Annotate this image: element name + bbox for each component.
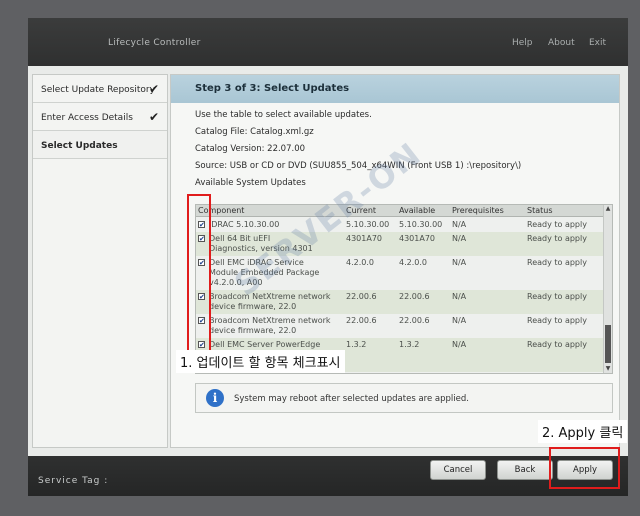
- step-label: Enter Access Details: [41, 113, 133, 123]
- instruction-text: Use the table to select available update…: [195, 110, 372, 120]
- col-status[interactable]: Status: [527, 206, 553, 215]
- info-icon: i: [206, 389, 224, 407]
- component-line: device firmware, 22.0: [209, 302, 297, 311]
- step-header: Step 3 of 3: Select Updates: [171, 75, 619, 103]
- check-icon: ✔: [148, 110, 159, 124]
- cell-status: Ready to apply: [527, 292, 587, 301]
- notice-text: System may reboot after selected updates…: [234, 394, 469, 404]
- cell-prereq: N/A: [452, 292, 467, 301]
- annotation-label-1: 1. 업데이트 할 항목 체크표시: [176, 350, 345, 373]
- cell-prereq: N/A: [452, 258, 467, 267]
- table-row[interactable]: ✔ Broadcom NetXtreme network device firmwa…: [196, 314, 604, 338]
- app-title: Lifecycle Controller: [108, 38, 201, 48]
- col-prerequisites[interactable]: Prerequisites: [452, 206, 504, 215]
- main-panel: Step 3 of 3: Select Updates Use the tabl…: [170, 74, 620, 448]
- scroll-down-icon[interactable]: ▼: [604, 365, 612, 373]
- cell-current: 4.2.0.0: [346, 258, 374, 267]
- catalog-version: Catalog Version: 22.07.00: [195, 144, 306, 154]
- about-link[interactable]: About: [548, 38, 575, 48]
- wizard-steps-sidebar: Select Update Repository ✔ Enter Access …: [32, 74, 168, 448]
- service-tag-label: Service Tag :: [38, 476, 109, 486]
- cell-status: Ready to apply: [527, 340, 587, 349]
- cell-status: Ready to apply: [527, 234, 587, 243]
- cell-available: 22.00.6: [399, 292, 430, 301]
- step-select-update-repository[interactable]: Select Update Repository ✔: [33, 75, 167, 103]
- cell-component: Broadcom NetXtreme network device firmwar…: [209, 292, 331, 312]
- component-line: device firmware, 22.0: [209, 326, 297, 335]
- col-available[interactable]: Available: [399, 206, 435, 215]
- cell-current: 1.3.2: [346, 340, 367, 349]
- table-header: Component Current Available Prerequisite…: [196, 205, 612, 217]
- cell-prereq: N/A: [452, 234, 467, 243]
- step-label: Select Updates: [41, 141, 118, 151]
- annotation-checkbox-highlight: [187, 194, 211, 352]
- component-line: Dell EMC Server PowerEdge: [209, 340, 321, 349]
- step-enter-access-details[interactable]: Enter Access Details ✔: [33, 103, 167, 131]
- cell-status: Ready to apply: [527, 258, 587, 267]
- component-line: Broadcom NetXtreme network: [209, 316, 331, 325]
- title-bar: Lifecycle Controller Help About Exit: [28, 18, 628, 66]
- back-button[interactable]: Back: [497, 460, 553, 480]
- cell-available: 22.00.6: [399, 316, 430, 325]
- cell-current: 22.00.6: [346, 316, 377, 325]
- cell-available: 1.3.2: [399, 340, 420, 349]
- source-text: Source: USB or CD or DVD (SUU855_504_x64…: [195, 161, 522, 171]
- step-label: Select Update Repository: [41, 85, 155, 95]
- cell-prereq: N/A: [452, 220, 467, 229]
- available-updates-title: Available System Updates: [195, 178, 306, 188]
- check-icon: ✔: [148, 82, 159, 96]
- cell-component: Broadcom NetXtreme network device firmwar…: [209, 316, 331, 336]
- cell-current: 22.00.6: [346, 292, 377, 301]
- cell-prereq: N/A: [452, 340, 467, 349]
- annotation-apply-highlight: [549, 447, 620, 489]
- component-line: Broadcom NetXtreme network: [209, 292, 331, 301]
- table-scrollbar[interactable]: ▲ ▼: [603, 205, 612, 373]
- component-line: iDRAC 5.10.30.00: [209, 220, 280, 229]
- table-row[interactable]: ✔ iDRAC 5.10.30.00 5.10.30.00 5.10.30.00 N/A…: [196, 218, 604, 232]
- cell-available: 4301A70: [399, 234, 436, 243]
- cell-status: Ready to apply: [527, 316, 587, 325]
- exit-link[interactable]: Exit: [589, 38, 606, 48]
- cell-available: 4.2.0.0: [399, 258, 427, 267]
- bottom-bar: Service Tag : Cancel Back Apply: [28, 456, 628, 496]
- catalog-file: Catalog File: Catalog.xml.gz: [195, 127, 314, 137]
- cell-available: 5.10.30.00: [399, 220, 443, 229]
- cancel-button[interactable]: Cancel: [430, 460, 486, 480]
- cell-status: Ready to apply: [527, 220, 587, 229]
- scroll-thumb[interactable]: [605, 325, 611, 363]
- scroll-up-icon[interactable]: ▲: [604, 205, 612, 213]
- help-link[interactable]: Help: [512, 38, 533, 48]
- annotation-label-2: 2. Apply 클릭: [538, 420, 628, 443]
- cell-component: iDRAC 5.10.30.00: [209, 220, 279, 230]
- step-select-updates[interactable]: Select Updates: [33, 131, 167, 159]
- cell-prereq: N/A: [452, 316, 467, 325]
- cell-current: 4301A70: [346, 234, 383, 243]
- reboot-notice: i System may reboot after selected updat…: [195, 383, 613, 413]
